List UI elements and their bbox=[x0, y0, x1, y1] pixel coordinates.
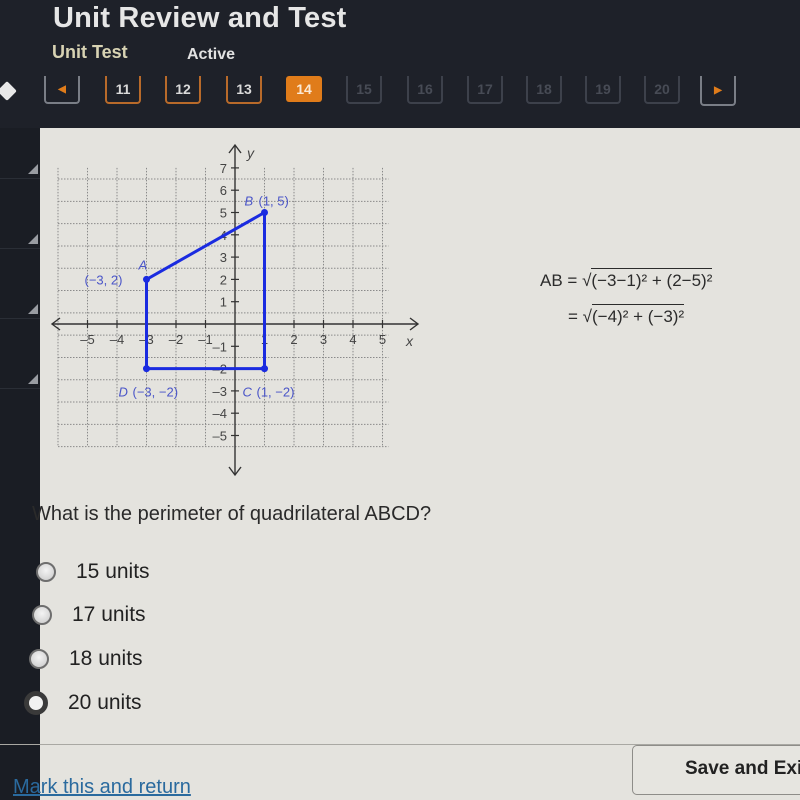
coordinate-graph: xy–5 –4 –3 –2 –1 1 2 3 4 57654321–1–2–3–4–5A(−3, … bbox=[50, 143, 420, 477]
save-and-exit-button[interactable]: Save and Exit bbox=[632, 745, 800, 795]
x-axis-label: x bbox=[405, 333, 414, 349]
y-tick-label: 6 bbox=[220, 183, 227, 198]
question-13-button[interactable]: 13 bbox=[226, 76, 262, 104]
question-20-button: 20 bbox=[644, 76, 680, 104]
vertex-label: C bbox=[243, 385, 253, 400]
expand-corner-icon bbox=[28, 164, 38, 174]
answer-option[interactable]: 15 units bbox=[36, 560, 150, 584]
expand-corner-icon bbox=[28, 234, 38, 244]
question-11-button[interactable]: 11 bbox=[105, 76, 141, 104]
vertex-coord-label: (−3, −2) bbox=[133, 385, 179, 400]
vertex-b bbox=[261, 209, 268, 216]
expand-corner-icon bbox=[28, 374, 38, 384]
sidebar-tab-2[interactable] bbox=[0, 178, 40, 249]
question-19-button: 19 bbox=[585, 76, 621, 104]
y-tick-label: –1 bbox=[213, 339, 227, 354]
sidebar-tab-3[interactable] bbox=[0, 248, 40, 319]
mark-and-return-link[interactable]: Mark this and return bbox=[13, 776, 191, 799]
y-tick-label: –3 bbox=[213, 384, 227, 399]
vertex-c bbox=[261, 365, 268, 373]
formula-line-1: AB = √(−3−1)² + (2−5)² bbox=[540, 268, 713, 304]
y-tick-label: 7 bbox=[220, 161, 227, 176]
x-tick-label: –5 bbox=[80, 332, 94, 347]
question-15-button: 15 bbox=[346, 76, 382, 104]
x-tick-label: 5 bbox=[379, 332, 386, 347]
option-label: 15 units bbox=[76, 560, 150, 583]
question-16-button: 16 bbox=[407, 76, 443, 104]
unit-test-label: Unit Test bbox=[52, 42, 128, 62]
option-label: 18 units bbox=[69, 647, 143, 670]
formula-line-2: = √(−4)² + (−3)² bbox=[540, 304, 712, 340]
y-tick-label: 3 bbox=[220, 250, 227, 265]
sidebar-tab-1[interactable] bbox=[0, 108, 40, 179]
header: Unit Review and Test Unit Test Active ◀ … bbox=[0, 0, 800, 128]
radio-button[interactable] bbox=[32, 605, 52, 625]
next-question-button[interactable]: ▶ bbox=[700, 76, 736, 106]
x-tick-label: 3 bbox=[320, 332, 327, 347]
vertex-label: A bbox=[138, 257, 148, 272]
vertex-label: B bbox=[245, 194, 254, 209]
x-tick-label: –2 bbox=[169, 332, 183, 347]
formula-lhs: = bbox=[568, 307, 583, 326]
page-title: Unit Review and Test bbox=[53, 2, 347, 34]
option-label: 20 units bbox=[68, 691, 142, 714]
vertex-a bbox=[143, 275, 150, 283]
question-14-button[interactable]: 14 bbox=[286, 76, 322, 102]
y-axis-label: y bbox=[246, 145, 255, 161]
y-tick-label: –5 bbox=[213, 429, 227, 444]
y-tick-label: –4 bbox=[213, 406, 227, 421]
answer-option[interactable]: 20 units bbox=[24, 691, 142, 715]
y-tick-label: 5 bbox=[220, 206, 227, 221]
sqrt-icon: √ bbox=[582, 271, 592, 290]
answer-option[interactable]: 17 units bbox=[32, 603, 146, 627]
sqrt-icon: √ bbox=[582, 307, 592, 326]
vertex-coord-label: (1, −2) bbox=[257, 385, 295, 400]
formula-radicand: (−4)² + (−3)² bbox=[592, 304, 685, 327]
x-tick-label: 4 bbox=[349, 332, 356, 347]
x-tick-label: –4 bbox=[110, 332, 124, 347]
next-arrow-icon: ▶ bbox=[714, 84, 722, 96]
vertex-d bbox=[143, 365, 150, 373]
question-12-button[interactable]: 12 bbox=[165, 76, 201, 104]
radio-button[interactable] bbox=[36, 562, 56, 582]
question-18-button: 18 bbox=[526, 76, 562, 104]
radio-button[interactable] bbox=[29, 649, 49, 669]
status-label: Active bbox=[187, 46, 236, 63]
option-label: 17 units bbox=[72, 603, 146, 626]
radio-button-selected[interactable] bbox=[24, 691, 48, 715]
distance-formula: AB = √(−3−1)² + (2−5)² = √(−4)² + (−3)² bbox=[540, 268, 713, 340]
x-tick-label: –1 bbox=[198, 332, 212, 347]
vertex-coord-label: (−3, 2) bbox=[85, 272, 123, 287]
prev-question-button[interactable]: ◀ bbox=[44, 76, 80, 104]
prev-arrow-icon: ◀ bbox=[58, 83, 66, 95]
x-tick-label: 2 bbox=[290, 332, 297, 347]
vertex-coord-label: (1, 5) bbox=[259, 194, 289, 209]
sidebar-tab-4[interactable] bbox=[0, 318, 40, 389]
formula-radicand: (−3−1)² + (2−5)² bbox=[591, 268, 713, 291]
question-text: What is the perimeter of quadrilateral A… bbox=[32, 503, 432, 525]
vertex-label: D bbox=[119, 385, 128, 400]
question-17-button: 17 bbox=[467, 76, 503, 104]
y-tick-label: 1 bbox=[220, 295, 227, 310]
y-tick-label: 2 bbox=[220, 272, 227, 287]
expand-corner-icon bbox=[28, 304, 38, 314]
answer-option[interactable]: 18 units bbox=[29, 647, 143, 671]
formula-lhs: AB = bbox=[540, 271, 583, 290]
